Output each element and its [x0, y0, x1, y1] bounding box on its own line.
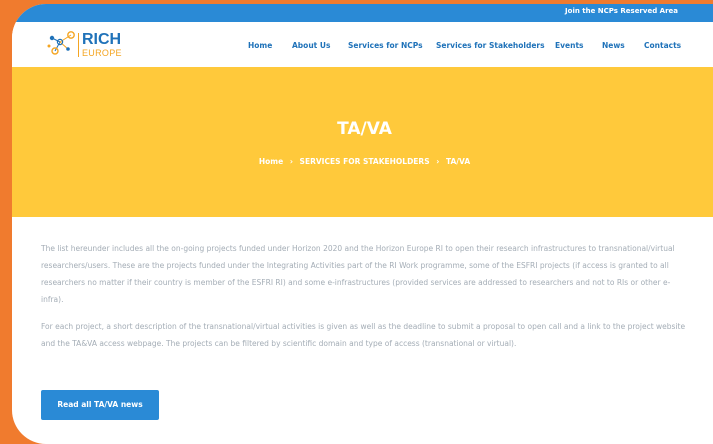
intro-content: The list hereunder includes all the on-g… [41, 240, 691, 362]
reserved-area-link[interactable]: Join the NCPs Reserved Area [565, 7, 678, 15]
page-title: TA/VA [337, 119, 392, 139]
nav-item-events[interactable]: Events [555, 41, 584, 50]
nav-item-about-us[interactable]: About Us [292, 41, 330, 50]
page-hero: TA/VA Home › SERVICES FOR STAKEHOLDERS ›… [12, 67, 713, 217]
breadcrumb-home[interactable]: Home [259, 157, 283, 166]
header-nav-bar: RICH EUROPE Home About Us Services for N… [12, 22, 713, 67]
nav-item-contacts[interactable]: Contacts [644, 41, 681, 50]
rich-europe-logo[interactable]: RICH EUROPE [46, 29, 126, 61]
breadcrumb-separator: › [436, 157, 440, 166]
logo-subtitle: EUROPE [82, 48, 122, 58]
breadcrumb-services-for-stakeholders[interactable]: SERVICES FOR STAKEHOLDERS [300, 157, 430, 166]
breadcrumb-separator: › [289, 157, 293, 166]
intro-paragraph-2: For each project, a short description of… [41, 322, 686, 348]
breadcrumb: Home › SERVICES FOR STAKEHOLDERS › TA/VA [12, 157, 713, 166]
read-all-tava-news-button[interactable]: Read all TA/VA news [41, 390, 159, 420]
logo-divider [78, 33, 79, 57]
breadcrumb-current: TA/VA [445, 157, 471, 166]
intro-paragraph-1: The list hereunder includes all the on-g… [41, 244, 675, 304]
molecule-logo-icon [47, 31, 75, 55]
nav-item-news[interactable]: News [602, 41, 625, 50]
browser-page: Join the NCPs Reserved Area RICH EUROPE … [12, 4, 713, 444]
top-bar: Join the NCPs Reserved Area [12, 4, 713, 22]
nav-item-services-for-stakeholders[interactable]: Services for Stakeholders [436, 41, 545, 50]
nav-item-home[interactable]: Home [248, 41, 272, 50]
nav-item-services-for-ncps[interactable]: Services for NCPs [348, 41, 423, 50]
logo-title: RICH [82, 31, 122, 48]
